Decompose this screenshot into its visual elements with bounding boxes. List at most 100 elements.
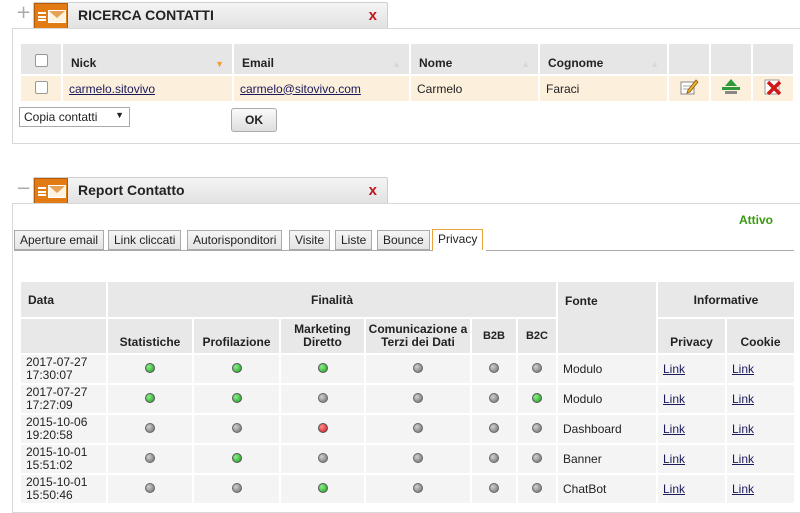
column-header-finalita: Finalità xyxy=(106,280,558,319)
report-icon[interactable] xyxy=(720,78,742,96)
b2b-cell xyxy=(470,443,518,475)
marketing-cell xyxy=(279,443,366,475)
profilazione-cell xyxy=(192,353,281,385)
delete-cell xyxy=(751,74,795,103)
row-checkbox[interactable] xyxy=(34,80,48,94)
privacy-link[interactable]: Link xyxy=(663,362,685,376)
select-all-checkbox[interactable] xyxy=(34,54,48,67)
column-header-nick[interactable]: Nick ▼ xyxy=(61,42,234,76)
close-icon[interactable]: x xyxy=(369,182,377,199)
marketing-cell xyxy=(279,383,366,415)
status-grey-icon xyxy=(532,483,542,493)
sort-icon[interactable]: ▲ xyxy=(392,59,401,69)
fonte-cell: Modulo xyxy=(556,383,658,415)
cookie-link[interactable]: Link xyxy=(732,482,754,496)
status-grey-icon xyxy=(532,363,542,373)
statistiche-cell xyxy=(106,473,194,505)
fonte-cell: Modulo xyxy=(556,353,658,385)
status-grey-icon xyxy=(413,363,423,373)
b2b-cell xyxy=(470,353,518,385)
privacy-link[interactable]: Link xyxy=(663,422,685,436)
collapse-toggle[interactable]: − xyxy=(16,178,31,199)
cookie-link[interactable]: Link xyxy=(732,362,754,376)
fonte-cell: Dashboard xyxy=(556,413,658,445)
nick-cell: carmelo.sitovivo xyxy=(61,74,234,103)
cookie-cell: Link xyxy=(725,353,796,385)
sort-icon[interactable]: ▲ xyxy=(521,59,530,69)
status-green-icon xyxy=(231,363,242,373)
cookie-link[interactable]: Link xyxy=(732,392,754,406)
status-grey-icon xyxy=(532,453,542,463)
expand-toggle[interactable]: + xyxy=(16,2,31,23)
b2b-cell xyxy=(470,473,518,505)
comunicazione-cell xyxy=(364,473,472,505)
column-header-email[interactable]: Email ▲ xyxy=(232,42,411,76)
tab-autorisponditori[interactable]: Autorisponditori xyxy=(187,230,283,250)
column-header-informative: Informative xyxy=(656,280,796,319)
status-grey-icon xyxy=(489,483,499,493)
nome-cell: Carmelo xyxy=(409,74,540,103)
column-header-marketing: Marketing Diretto xyxy=(279,317,366,355)
privacy-link[interactable]: Link xyxy=(663,452,685,466)
column-header-b2b: B2B xyxy=(470,317,518,355)
row-select-cell xyxy=(19,74,63,103)
profilazione-cell xyxy=(192,473,281,505)
nick-link[interactable]: carmelo.sitovivo xyxy=(69,82,155,96)
ok-button[interactable]: OK xyxy=(231,108,277,132)
sort-icon[interactable]: ▲ xyxy=(650,59,659,69)
cookie-link[interactable]: Link xyxy=(732,452,754,466)
tab-privacy[interactable]: Privacy xyxy=(432,229,484,251)
status-grey-icon xyxy=(413,453,423,463)
cookie-cell: Link xyxy=(725,443,796,475)
table-row: 2015-10-01 15:51:02 Banner Link Link xyxy=(19,443,796,475)
sort-desc-icon[interactable]: ▼ xyxy=(215,59,224,69)
column-header-fonte: Fonte xyxy=(556,280,658,355)
statistiche-cell xyxy=(106,443,194,475)
b2b-cell xyxy=(470,383,518,415)
privacy-link[interactable]: Link xyxy=(663,482,685,496)
cookie-link[interactable]: Link xyxy=(732,422,754,436)
edit-column-header xyxy=(667,42,711,76)
tab-liste[interactable]: Liste xyxy=(335,230,373,250)
privacy-link[interactable]: Link xyxy=(663,392,685,406)
tab-bounce[interactable]: Bounce xyxy=(377,230,430,250)
comunicazione-cell xyxy=(364,443,472,475)
privacy-cell: Link xyxy=(656,473,727,505)
status-grey-icon xyxy=(413,393,423,403)
status-grey-icon xyxy=(413,483,423,493)
time-value: 17:30:07 xyxy=(26,368,73,382)
privacy-cell: Link xyxy=(656,443,727,475)
edit-icon[interactable] xyxy=(679,78,699,96)
status-grey-icon xyxy=(317,393,328,403)
ricerca-contatti-header: RICERCA CONTATTI x xyxy=(33,2,388,29)
delete-icon[interactable] xyxy=(763,78,783,96)
panel-title: Report Contatto xyxy=(78,182,185,198)
status-green-icon xyxy=(145,393,155,403)
time-value: 15:51:02 xyxy=(26,458,73,472)
status-grey-icon xyxy=(231,483,242,493)
table-row: 2015-10-01 15:50:46 ChatBot Link Link xyxy=(19,473,796,505)
tab-link-cliccati[interactable]: Link cliccati xyxy=(108,230,182,250)
cookie-cell: Link xyxy=(725,473,796,505)
status-grey-icon xyxy=(231,423,242,433)
profilazione-cell xyxy=(192,443,281,475)
tab-visite[interactable]: Visite xyxy=(289,230,331,250)
cookie-cell: Link xyxy=(725,383,796,415)
mail-icon xyxy=(34,178,68,204)
column-header-nome[interactable]: Nome ▲ xyxy=(409,42,540,76)
comunicazione-cell xyxy=(364,413,472,445)
status-badge: Attivo xyxy=(739,213,773,227)
status-green-icon xyxy=(317,483,328,493)
column-header-data: Data xyxy=(19,280,108,319)
status-grey-icon xyxy=(532,423,542,433)
b2c-cell xyxy=(516,383,558,415)
copy-contacts-select[interactable]: Copia contatti ▼ xyxy=(19,107,130,127)
statistiche-cell xyxy=(106,383,194,415)
delete-column-header xyxy=(751,42,795,76)
email-link[interactable]: carmelo@sitovivo.com xyxy=(240,82,361,96)
close-icon[interactable]: x xyxy=(369,7,377,24)
status-green-icon xyxy=(317,363,328,373)
statistiche-cell xyxy=(106,353,194,385)
tab-aperture-email[interactable]: Aperture email xyxy=(14,230,105,250)
column-header-cognome[interactable]: Cognome ▲ xyxy=(538,42,669,76)
